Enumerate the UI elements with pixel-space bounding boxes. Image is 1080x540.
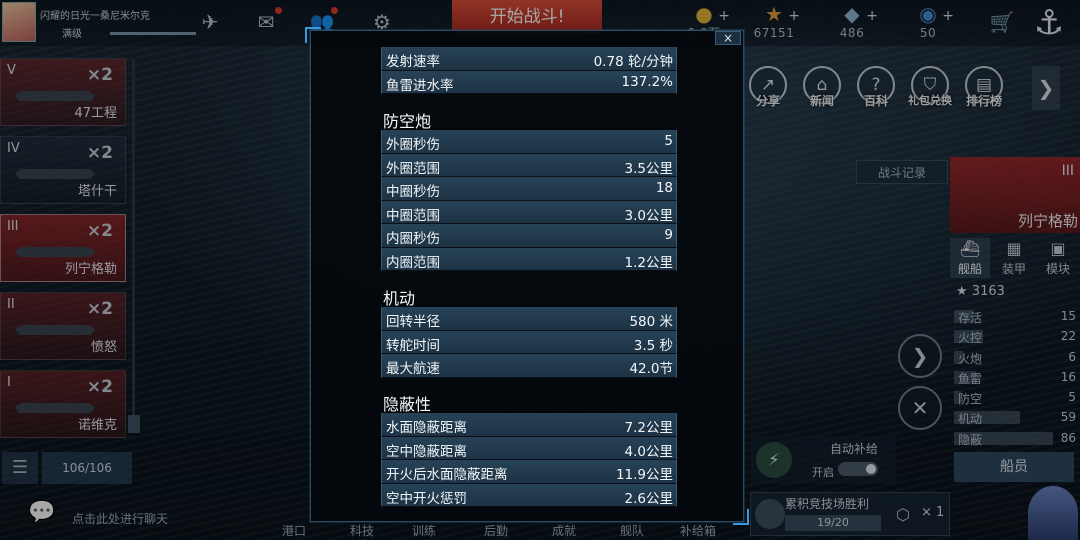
mobility-section-title: 机动 (383, 289, 416, 308)
modal-corner (733, 509, 749, 525)
table-row: 内圈范围 1.2公里 (381, 247, 677, 271)
concealment-stats-table: 水面隐蔽距离 7.2公里 空中隐蔽距离 4.0公里 开火后水面隐蔽距离 11.9公里 … (381, 413, 677, 507)
table-row: 转舵时间 3.5 秒 (381, 330, 677, 354)
table-row: 中圈秒伤 18 (381, 177, 677, 201)
mobility-stats-table: 回转半径 580 米 转舵时间 3.5 秒 最大航速 42.0节 (381, 307, 677, 378)
table-row: 开火后水面隐蔽距离 11.9公里 (381, 460, 677, 484)
concealment-section-title: 隐蔽性 (383, 395, 432, 414)
table-row: 内圈秒伤 9 (381, 224, 677, 248)
table-row: 回转半径 580 米 (381, 307, 677, 331)
table-row: 水面隐蔽距离 7.2公里 (381, 413, 677, 437)
table-row: 外圈秒伤 5 (381, 130, 677, 154)
table-row: 发射速率 0.78 轮/分钟 (381, 47, 677, 71)
table-row: 中圈范围 3.0公里 (381, 200, 677, 224)
table-row: 外圈范围 3.5公里 (381, 153, 677, 177)
aa-stats-table: 外圈秒伤 5 外圈范围 3.5公里 中圈秒伤 18 中圈范围 3.0公里 内圈秒伤 9 内… (381, 130, 677, 271)
table-row: 最大航速 42.0节 (381, 354, 677, 378)
ship-stats-modal: × 发射速率 0.78 轮/分钟 鱼雷进水率 137.2% 防空炮 外圈秒伤 5 外圈… (305, 27, 749, 525)
modal-corner (305, 27, 321, 43)
fire-stats-table: 发射速率 0.78 轮/分钟 鱼雷进水率 137.2% (381, 47, 677, 94)
table-row: 空中隐蔽距离 4.0公里 (381, 436, 677, 460)
aa-section-title: 防空炮 (383, 112, 432, 131)
table-row: 空中开火惩罚 2.6公里 (381, 483, 677, 507)
close-button[interactable]: × (715, 31, 741, 45)
table-row: 鱼雷进水率 137.2% (381, 70, 677, 94)
